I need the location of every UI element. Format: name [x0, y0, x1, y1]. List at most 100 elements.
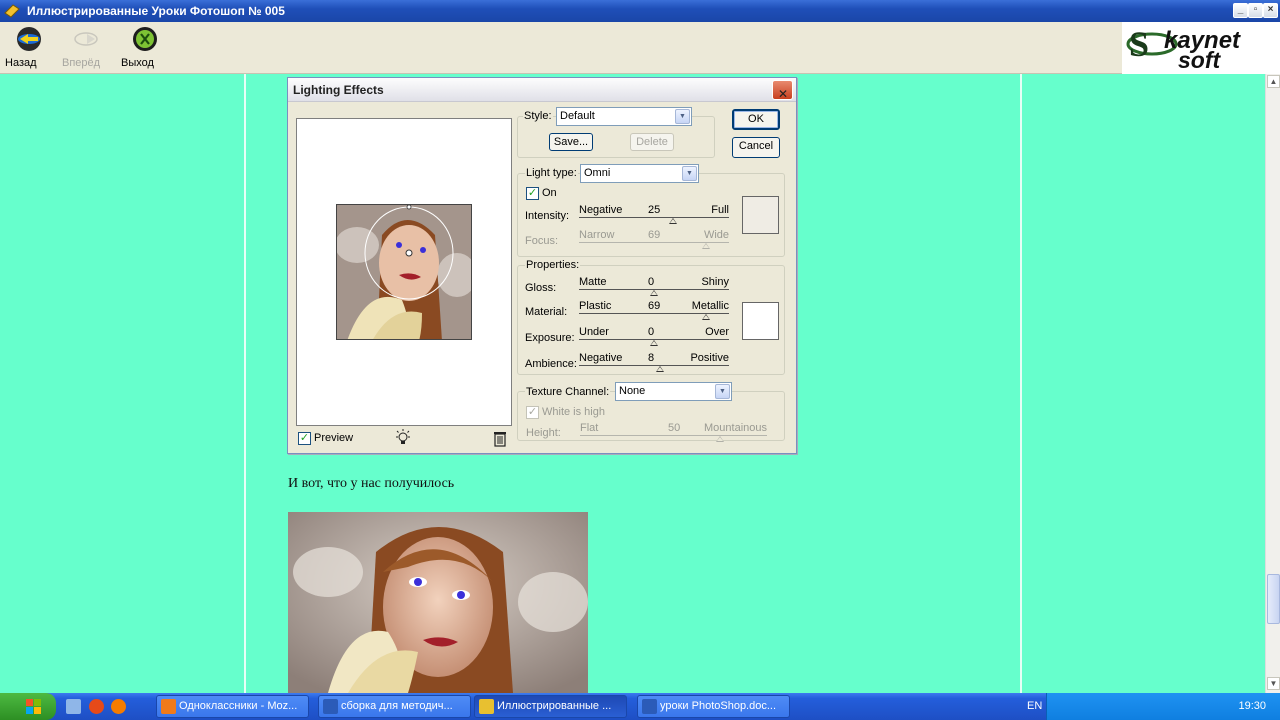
exposure-value: 0 — [648, 326, 655, 338]
ambience-thumb[interactable] — [656, 366, 664, 372]
height-track — [580, 435, 767, 436]
properties-label: Properties: — [525, 259, 581, 271]
dialog-title: Lighting Effects — [293, 83, 384, 97]
save-button[interactable]: Save... — [549, 133, 593, 151]
exit-icon — [133, 27, 157, 51]
logo-initial: S — [1129, 24, 1149, 64]
ambience-track — [579, 365, 729, 366]
forward-label: Вперёд — [62, 57, 101, 69]
task-app-icon — [161, 699, 176, 714]
property-color-swatch[interactable] — [742, 302, 779, 340]
taskbar-task[interactable]: уроки PhotoShop.doc... — [637, 695, 790, 718]
light-on-checkbox[interactable]: ✓ — [526, 187, 539, 200]
intensity-label: Intensity: — [525, 210, 570, 222]
trash-icon[interactable] — [492, 429, 508, 447]
exposure-label: Exposure: — [525, 332, 575, 344]
gloss-slider[interactable]: Matte 0 Shiny — [579, 276, 729, 296]
height-slider[interactable]: Flat 50 Mountainous — [580, 422, 767, 442]
maximize-button[interactable]: ▫ — [1248, 3, 1263, 18]
ambience-max-label: Positive — [690, 352, 729, 364]
scroll-down-button[interactable]: ▼ — [1267, 677, 1280, 690]
firefox-icon[interactable] — [111, 699, 126, 714]
app-icon — [4, 4, 20, 18]
exposure-min-label: Under — [579, 326, 609, 338]
intensity-track — [579, 217, 729, 218]
start-button[interactable] — [0, 693, 56, 720]
light-color-swatch[interactable] — [742, 196, 779, 234]
ok-button[interactable]: OK — [732, 109, 780, 130]
exposure-max-label: Over — [705, 326, 729, 338]
chevron-down-icon: ▼ — [682, 166, 697, 181]
gloss-label: Gloss: — [525, 282, 557, 294]
style-value: Default — [560, 110, 595, 122]
light-type-value: Omni — [584, 167, 611, 179]
minimize-button[interactable]: _ — [1233, 3, 1248, 18]
gloss-max-label: Shiny — [701, 276, 729, 288]
task-label: Одноклассники - Moz... — [179, 700, 298, 712]
preview-label: Preview — [314, 432, 354, 444]
language-indicator[interactable]: EN — [1027, 700, 1042, 712]
close-window-button[interactable]: × — [1263, 3, 1278, 18]
height-value: 50 — [668, 422, 681, 434]
close-icon: ✕ — [778, 87, 789, 101]
texture-value: None — [619, 385, 646, 397]
height-thumb[interactable] — [716, 436, 724, 442]
forward-icon — [74, 32, 98, 46]
height-min-label: Flat — [580, 422, 599, 434]
result-photo — [288, 512, 588, 693]
exposure-slider[interactable]: Under 0 Over — [579, 326, 729, 346]
cancel-button[interactable]: Cancel — [732, 137, 780, 158]
material-value: 69 — [648, 300, 661, 312]
opera-icon[interactable] — [89, 699, 104, 714]
style-select[interactable]: Default ▼ — [556, 107, 692, 126]
intensity-value: 25 — [648, 204, 661, 216]
clock: 19:30 — [1238, 700, 1266, 712]
chevron-down-icon: ▼ — [675, 109, 690, 124]
preview-canvas[interactable] — [296, 118, 512, 426]
scroll-thumb[interactable] — [1267, 574, 1280, 624]
dialog-close-button[interactable]: ✕ — [772, 80, 793, 101]
taskbar-task[interactable]: сборка для методич... — [318, 695, 471, 718]
exposure-thumb[interactable] — [650, 340, 658, 346]
intensity-thumb[interactable] — [669, 218, 677, 224]
style-label: Style: — [523, 110, 553, 122]
focus-value: 69 — [648, 229, 661, 241]
light-type-select[interactable]: Omni ▼ — [580, 164, 699, 183]
toolbar: Назад Вперёд Выход S kaynet soft — [0, 22, 1280, 74]
taskbar-task[interactable]: Иллюстрированные ... — [474, 695, 627, 718]
material-thumb[interactable] — [702, 314, 710, 320]
white-is-high-checkbox[interactable]: ✓ — [526, 406, 539, 419]
material-min-label: Plastic — [579, 300, 612, 312]
show-desktop-icon[interactable] — [66, 699, 81, 714]
back-button[interactable]: Назад — [5, 24, 53, 70]
dialog-titlebar: Lighting Effects ✕ — [288, 78, 796, 102]
preview-photo — [336, 204, 472, 340]
vertical-scrollbar[interactable]: ▲ ▼ — [1265, 74, 1280, 693]
scroll-up-button[interactable]: ▲ — [1267, 75, 1280, 88]
white-is-high-label: White is high — [542, 406, 605, 418]
focus-slider[interactable]: Narrow 69 Wide — [579, 229, 729, 249]
ambience-min-label: Negative — [579, 352, 623, 364]
delete-button[interactable]: Delete — [630, 133, 674, 151]
material-max-label: Metallic — [691, 300, 729, 312]
material-slider[interactable]: Plastic 69 Metallic — [579, 300, 729, 320]
taskbar-task[interactable]: Одноклассники - Moz... — [156, 695, 309, 718]
chevron-down-icon: ▼ — [715, 384, 730, 399]
ambience-slider[interactable]: Negative 8 Positive — [579, 352, 729, 372]
taskbar: Одноклассники - Moz... сборка для методич… — [0, 693, 1280, 720]
preview-checkbox[interactable]: ✓ — [298, 432, 311, 445]
texture-select[interactable]: None ▼ — [615, 382, 732, 401]
height-max-label: Mountainous — [704, 422, 767, 434]
gloss-thumb[interactable] — [650, 290, 658, 296]
forward-button[interactable]: Вперёд — [62, 24, 110, 70]
lightbulb-icon[interactable] — [394, 429, 412, 447]
exit-label: Выход — [121, 57, 154, 69]
focus-thumb[interactable] — [702, 243, 710, 249]
height-label: Height: — [526, 427, 561, 439]
result-caption: И вот, что у нас получилось — [288, 476, 455, 491]
texture-label: Texture Channel: — [525, 386, 611, 398]
exit-button[interactable]: Выход — [121, 24, 169, 70]
focus-min-label: Narrow — [579, 229, 615, 241]
intensity-slider[interactable]: Negative 25 Full — [579, 204, 729, 224]
task-app-icon — [642, 699, 657, 714]
